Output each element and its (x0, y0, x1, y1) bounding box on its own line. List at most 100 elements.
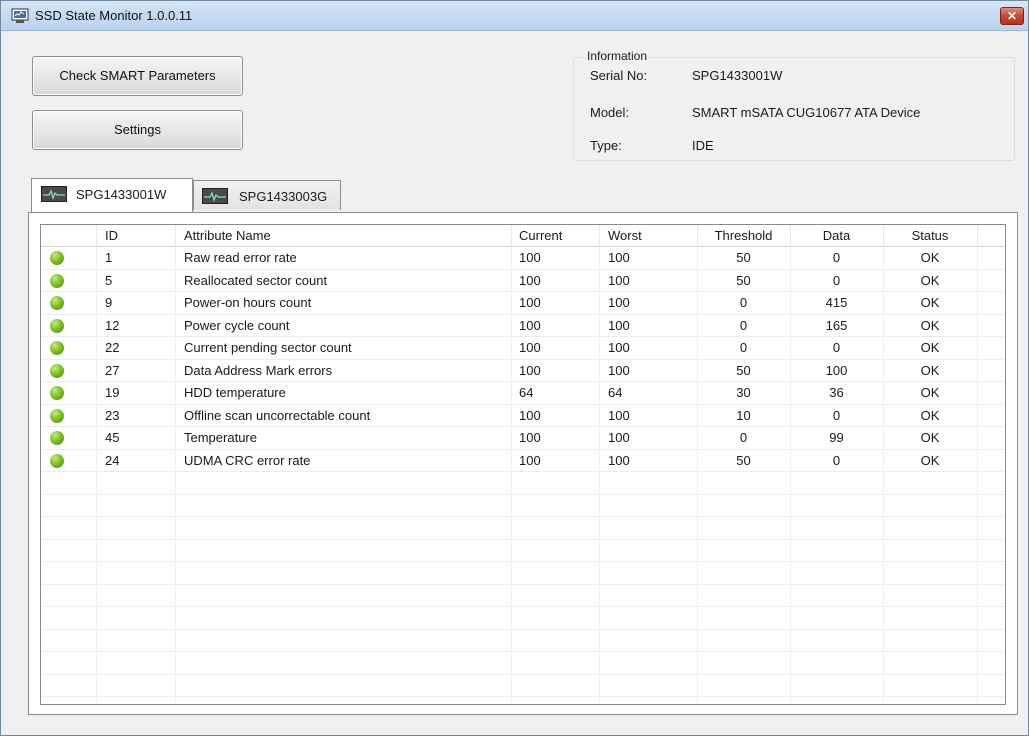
cell-data: 0 (832, 340, 841, 355)
cell-worst: 100 (608, 407, 630, 423)
settings-button[interactable]: Settings (32, 110, 243, 150)
status-ok-icon (50, 453, 64, 468)
cell-worst: 100 (608, 295, 630, 310)
cell-name: Data Address Mark errors (184, 362, 333, 378)
cell-id: 22 (105, 340, 120, 355)
table-row[interactable]: 12 Power cycle count 100 100 0 165 OK (41, 315, 1005, 337)
cell-current: 100 (519, 317, 541, 333)
cell-current: 100 (519, 250, 541, 265)
status-ok-icon (50, 273, 64, 288)
app-window: SSD State Monitor 1.0.0.11 ✕ Check SMART… (0, 0, 1029, 736)
cell-id: 19 (105, 385, 120, 400)
cell-current: 100 (519, 407, 541, 423)
tab-label: SPG1433001W (76, 187, 167, 202)
drive-monitor-icon (202, 188, 228, 204)
model-label: Model: (590, 105, 630, 120)
cell-threshold: 50 (736, 272, 751, 288)
cell-data: 0 (832, 452, 841, 468)
tab-spg1433001w[interactable]: SPG1433001W (31, 178, 193, 212)
tab-spg1433003g[interactable]: SPG1433003G (193, 180, 341, 210)
cell-name: Offline scan uncorrectable count (184, 407, 371, 423)
check-smart-button[interactable]: Check SMART Parameters (32, 56, 243, 96)
table-row[interactable]: 45 Temperature 100 100 0 99 OK (41, 427, 1005, 450)
cell-name: UDMA CRC error rate (184, 452, 311, 468)
window-title: SSD State Monitor 1.0.0.11 (35, 8, 193, 23)
status-ok-icon (50, 431, 64, 445)
table-row[interactable]: 1 Raw read error rate 100 100 50 0 OK (41, 247, 1005, 270)
cell-name: Current pending sector count (184, 340, 352, 355)
column-header-worst[interactable]: Worst (608, 225, 642, 247)
model-value: SMART mSATA CUG10677 ATA Device (692, 105, 921, 120)
empty-row (41, 585, 1005, 607)
cell-status: OK (920, 272, 940, 288)
table-row[interactable]: 9 Power-on hours count 100 100 0 415 OK (41, 292, 1005, 315)
column-header-attribute-name[interactable]: Attribute Name (184, 225, 271, 247)
type-label: Type: (590, 138, 622, 153)
cell-worst: 100 (608, 452, 630, 468)
column-header-data[interactable]: Data (790, 225, 883, 247)
serial-label: Serial No: (590, 68, 648, 83)
cell-worst: 100 (608, 317, 630, 333)
table-row[interactable]: 24 UDMA CRC error rate 100 100 50 0 OK (41, 450, 1005, 472)
cell-data: 415 (825, 295, 848, 310)
cell-threshold: 0 (739, 317, 748, 333)
cell-threshold: 50 (736, 362, 751, 378)
cell-status: OK (920, 362, 940, 378)
cell-name: Reallocated sector count (184, 272, 328, 288)
serial-value: SPG1433001W (692, 68, 783, 83)
cell-current: 100 (519, 452, 541, 468)
column-header-threshold[interactable]: Threshold (697, 225, 790, 247)
cell-threshold: 10 (736, 407, 751, 423)
cell-data: 0 (832, 272, 841, 288)
close-button[interactable]: ✕ (1000, 7, 1024, 25)
status-ok-icon (50, 363, 64, 378)
cell-data: 99 (829, 430, 844, 445)
cell-current: 100 (519, 430, 541, 445)
column-separator (175, 225, 176, 247)
cell-status: OK (920, 430, 940, 445)
cell-worst: 64 (608, 385, 623, 400)
empty-row (41, 675, 1005, 697)
empty-row (41, 630, 1005, 652)
cell-id: 1 (105, 250, 113, 265)
cell-name: Temperature (184, 430, 257, 445)
title-bar[interactable]: SSD State Monitor 1.0.0.11 ✕ (1, 1, 1028, 31)
column-header-current[interactable]: Current (519, 225, 562, 247)
table-row[interactable]: 27 Data Address Mark errors 100 100 50 100 OK (41, 360, 1005, 382)
empty-row (41, 495, 1005, 517)
column-separator (599, 225, 600, 247)
table-row[interactable]: 5 Reallocated sector count 100 100 50 0 OK (41, 270, 1005, 292)
table-row[interactable]: 23 Offline scan uncorrectable count 100 100… (41, 405, 1005, 427)
table-row[interactable]: 22 Current pending sector count 100 100 0 0 OK (41, 337, 1005, 360)
cell-worst: 100 (608, 250, 630, 265)
smart-attributes-table[interactable]: ID Attribute Name Current Worst Threshol… (40, 224, 1006, 705)
status-ok-icon (50, 296, 64, 310)
empty-row (41, 652, 1005, 675)
cell-id: 9 (105, 295, 113, 310)
table-row[interactable]: 19 HDD temperature 64 64 30 36 OK (41, 382, 1005, 405)
cell-status: OK (920, 250, 940, 265)
column-header-id[interactable]: ID (105, 225, 118, 247)
cell-id: 23 (105, 407, 120, 423)
empty-row (41, 607, 1005, 630)
cell-name: Power-on hours count (184, 295, 312, 310)
cell-current: 100 (519, 362, 541, 378)
information-legend: Information (585, 49, 650, 63)
tab-panel: ID Attribute Name Current Worst Threshol… (28, 212, 1018, 715)
cell-current: 100 (519, 295, 541, 310)
cell-id: 45 (105, 430, 120, 445)
drive-monitor-icon (41, 186, 67, 202)
cell-name: Raw read error rate (184, 250, 297, 265)
empty-row (41, 540, 1005, 562)
cell-status: OK (920, 407, 940, 423)
column-header-status[interactable]: Status (883, 225, 977, 247)
column-header-status-icon[interactable] (41, 225, 96, 247)
empty-row (41, 472, 1005, 495)
app-icon (11, 8, 29, 23)
cell-data: 100 (825, 362, 848, 378)
cell-threshold: 0 (739, 295, 748, 310)
empty-row (41, 517, 1005, 540)
information-group: Information Serial No: SPG1433001W Model… (573, 49, 1015, 161)
cell-data: 165 (825, 317, 848, 333)
empty-row (41, 562, 1005, 585)
